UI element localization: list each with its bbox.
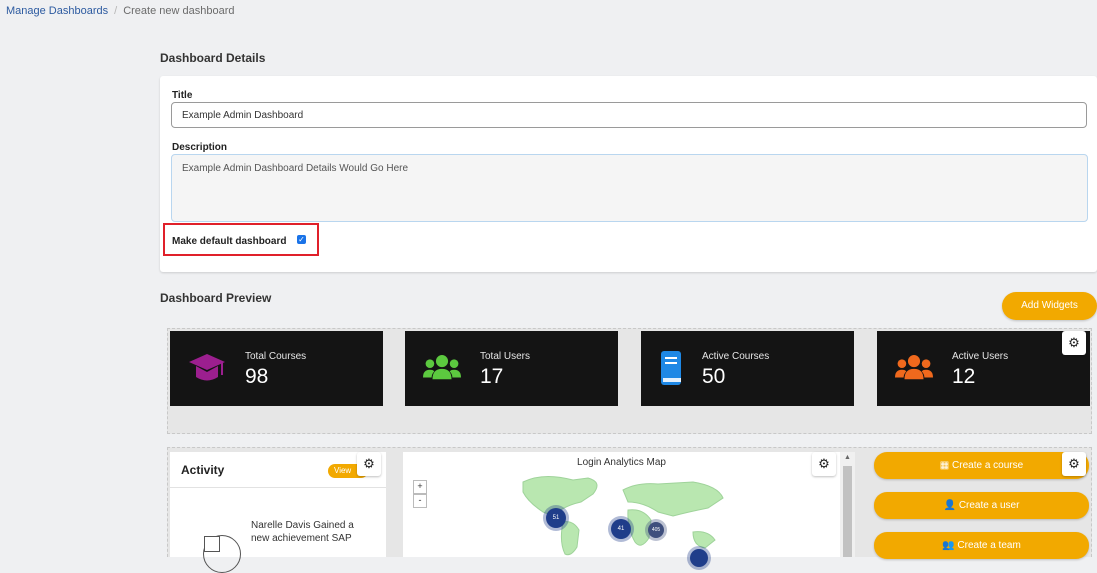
book-icon: ▦ <box>939 460 953 471</box>
activity-widget: Activity View Narelle Davis Gained a new… <box>170 452 386 573</box>
dashboard-preview-heading: Dashboard Preview <box>160 291 272 305</box>
stat-label: Active Courses <box>702 351 770 362</box>
map-cluster-marker[interactable]: 51 <box>546 508 566 528</box>
title-input[interactable] <box>171 102 1087 128</box>
map-cluster-marker[interactable]: 41 <box>611 519 631 539</box>
map-scrollbar[interactable]: ▲ <box>840 452 855 557</box>
users-icon <box>423 355 461 380</box>
add-widgets-button[interactable]: Add Widgets <box>1002 292 1097 320</box>
title-label: Title <box>172 90 193 101</box>
dashboard-details-card: Title Description Example Admin Dashboar… <box>160 76 1097 272</box>
actions-settings-gear-icon[interactable]: ⚙ <box>1062 452 1086 476</box>
book-icon <box>661 351 681 385</box>
activity-divider <box>170 487 386 488</box>
stat-tile-active-users: Active Users 12 <box>877 331 1090 406</box>
map-settings-gear-icon[interactable]: ⚙ <box>812 452 836 476</box>
breadcrumb: Manage Dashboards / Create new dashboard <box>6 5 234 17</box>
create-team-button[interactable]: 👥 Create a team <box>874 532 1089 559</box>
map-title: Login Analytics Map <box>577 457 666 468</box>
stat-label: Total Courses <box>245 351 307 362</box>
world-map[interactable] <box>493 472 753 557</box>
default-dashboard-label: Make default dashboard <box>172 236 287 247</box>
description-textarea[interactable]: Example Admin Dashboard Details Would Go… <box>171 154 1088 222</box>
scrollbar-thumb[interactable] <box>843 466 852 557</box>
map-zoom-out-button[interactable]: - <box>413 494 427 508</box>
default-dashboard-checkbox[interactable]: ✓ <box>297 235 306 244</box>
activity-settings-gear-icon[interactable]: ⚙ <box>357 452 381 476</box>
stat-value: 50 <box>702 365 726 388</box>
activity-item-text: Narelle Davis Gained a new achievement S… <box>251 520 354 544</box>
create-user-label: Create a user <box>958 500 1020 511</box>
create-course-button[interactable]: ▦ Create a course <box>874 452 1089 479</box>
login-analytics-map-widget: Login Analytics Map + - 51 41 405 <box>403 452 840 567</box>
breadcrumb-separator: / <box>114 5 118 17</box>
create-team-label: Create a team <box>957 540 1021 551</box>
map-cluster-marker[interactable]: 405 <box>648 522 664 538</box>
stats-settings-gear-icon[interactable]: ⚙ <box>1062 331 1086 355</box>
stat-value: 17 <box>480 365 504 388</box>
stat-tile-active-courses: Active Courses 50 <box>641 331 854 406</box>
map-zoom-in-button[interactable]: + <box>413 480 427 494</box>
graduation-cap-icon <box>189 354 225 381</box>
stat-value: 98 <box>245 365 269 388</box>
description-label: Description <box>172 142 228 153</box>
stat-value: 12 <box>952 365 976 388</box>
create-course-label: Create a course <box>952 460 1024 471</box>
scroll-up-arrow-icon[interactable]: ▲ <box>840 454 855 461</box>
avatar <box>203 535 241 573</box>
dashboard-details-heading: Dashboard Details <box>160 51 266 65</box>
team-icon: 👥 <box>942 540 958 551</box>
stat-tile-total-users: Total Users 17 <box>405 331 618 406</box>
map-cluster-marker[interactable] <box>690 549 708 567</box>
users-icon <box>895 355 933 380</box>
breadcrumb-current: Create new dashboard <box>123 5 235 17</box>
stat-label: Total Users <box>480 351 531 362</box>
create-user-button[interactable]: 👤 Create a user <box>874 492 1089 519</box>
breadcrumb-manage-dashboards-link[interactable]: Manage Dashboards <box>6 5 108 17</box>
activity-title: Activity <box>181 463 225 477</box>
stat-tile-total-courses: Total Courses 98 <box>170 331 383 406</box>
stat-label: Active Users <box>952 351 1009 362</box>
user-icon: 👤 <box>943 500 959 511</box>
